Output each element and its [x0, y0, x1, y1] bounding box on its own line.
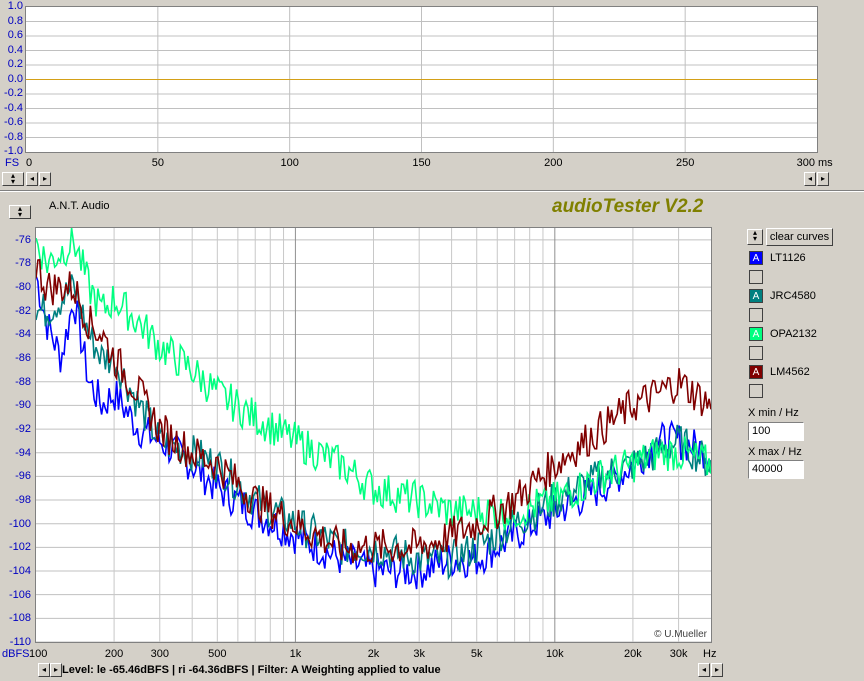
time-y-tick: 0.0 [7, 72, 23, 85]
time-plot [25, 6, 818, 153]
legend-empty-slot[interactable] [749, 270, 763, 284]
spectrum-y-tick: -92 [15, 423, 31, 436]
spectrum-x-tick: 3k [413, 648, 425, 660]
time-y-tick: -1.0 [4, 145, 23, 157]
app-title: audioTester V2.2 [552, 196, 704, 217]
status-bar: Level: le -65.46dBFS | ri -64.36dBFS | F… [62, 662, 696, 679]
spectrum-y-tick: -110 [9, 636, 31, 648]
spectrum-y-tick: -94 [15, 446, 31, 459]
spectrum-y-tick: -98 [15, 494, 31, 507]
legend-marker-opa2132[interactable]: A [749, 327, 763, 341]
spectrum-y-tick: -80 [15, 281, 31, 294]
legend-spinner[interactable]: ▴ ▾ [747, 229, 763, 245]
time-x-tick: 50 [151, 157, 164, 169]
spectrum-y-unit: dBFS [2, 648, 30, 660]
time-y-tick: 0.6 [7, 29, 23, 41]
legend-empty-slot[interactable] [749, 346, 763, 360]
legend-label: LT1126 [770, 252, 806, 264]
time-x-tick: 150 [412, 157, 431, 169]
spectrum-x-tick: 20k [624, 648, 642, 660]
time-y-tick: -0.2 [4, 87, 23, 99]
time-y-tick: -0.6 [4, 116, 23, 128]
spectrum-x-scroll-right-button[interactable]: ▸ [711, 663, 723, 677]
time-y-tick: -0.8 [4, 130, 23, 143]
time-y-tick: -0.4 [4, 101, 23, 114]
legend-empty-slot[interactable] [749, 308, 763, 322]
spectrum-x-scroll-left-button[interactable]: ◂ [698, 663, 710, 677]
spectrum-x-tick: 2k [367, 648, 380, 660]
time-y-zoom-spinner[interactable]: ▴ ▾ [2, 172, 24, 186]
spectrum-y-tick: -104 [8, 565, 31, 578]
section-divider [0, 190, 864, 192]
legend-marker-lm4562[interactable]: A [749, 365, 763, 379]
spectrum-x-tick: 1k [289, 648, 302, 660]
time-y-tick: 0.8 [7, 14, 23, 27]
spectrum-y-tick: -86 [15, 352, 31, 365]
legend-marker-jrc4580[interactable]: A [749, 289, 763, 303]
time-y-tick: 1.0 [7, 0, 23, 12]
time-y-tick: 0.2 [7, 58, 23, 70]
legend-label: OPA2132 [770, 328, 817, 340]
spectrum-scroll-left-button[interactable]: ◂ [38, 663, 50, 677]
spectrum-y-tick: -108 [8, 612, 31, 625]
legend-marker-lt1126[interactable]: A [749, 251, 763, 265]
xmax-label: X max / Hz [748, 446, 802, 458]
time-y-tick: 0.4 [7, 43, 23, 56]
xmin-label: X min / Hz [748, 407, 799, 419]
time-x-scroll-left-button[interactable]: ◂ [804, 172, 816, 186]
legend-label: JRC4580 [770, 290, 816, 302]
legend-empty-slot[interactable] [749, 384, 763, 398]
spectrum-x-tick: 500 [208, 648, 227, 660]
spectrum-plot-svg [36, 228, 711, 642]
spectrum-y-tick: -82 [15, 304, 31, 317]
spectrum-y-zoom-spinner[interactable]: ▴ ▾ [9, 205, 31, 219]
spectrum-x-tick: 30k [669, 648, 688, 660]
spectrum-x-tick: 200 [104, 648, 124, 660]
time-scroll-right-button[interactable]: ▸ [39, 172, 51, 186]
clear-curves-button[interactable]: clear curves [766, 228, 833, 246]
brand-label: A.N.T. Audio [49, 200, 110, 212]
xmin-input[interactable]: 100 [748, 422, 804, 441]
time-x-tick: 200 [544, 157, 563, 169]
copyright-label: © U.Mueller [654, 629, 707, 640]
time-x-tick: 100 [280, 157, 299, 169]
time-x-unit: ms [818, 157, 833, 169]
time-x-tick: 300 [796, 157, 815, 169]
time-x-tick: 0 [26, 157, 33, 169]
spectrum-y-tick: -88 [15, 375, 31, 388]
spectrum-y-tick: -100 [8, 517, 31, 530]
spectrum-y-tick: -84 [15, 328, 31, 341]
legend-label: LM4562 [770, 366, 810, 378]
spectrum-y-tick: -78 [15, 257, 31, 270]
xmax-input[interactable]: 40000 [748, 460, 804, 479]
time-y-unit: FS [5, 157, 20, 169]
status-text: Level: le -65.46dBFS | ri -64.36dBFS | F… [62, 664, 441, 676]
time-scroll-left-button[interactable]: ◂ [26, 172, 38, 186]
spectrum-x-tick: 10k [545, 648, 564, 660]
time-x-tick: 250 [675, 157, 695, 169]
spectrum-y-tick: -76 [15, 233, 31, 246]
spectrum-x-tick: 300 [150, 648, 169, 660]
spectrum-x-tick: 5k [470, 648, 483, 660]
time-x-scroll-right-button[interactable]: ▸ [817, 172, 829, 186]
spectrum-y-tick: -96 [15, 470, 31, 483]
spectrum-plot: © U.Mueller [35, 227, 712, 643]
spectrum-scroll-right-button[interactable]: ▸ [50, 663, 62, 677]
spectrum-x-unit: Hz [703, 648, 717, 660]
spectrum-y-tick: -90 [15, 399, 31, 412]
spectrum-x-tick: 100 [29, 648, 48, 660]
spectrum-y-tick: -106 [8, 588, 31, 601]
spectrum-y-tick: -102 [8, 541, 31, 554]
time-plot-svg [26, 7, 817, 152]
